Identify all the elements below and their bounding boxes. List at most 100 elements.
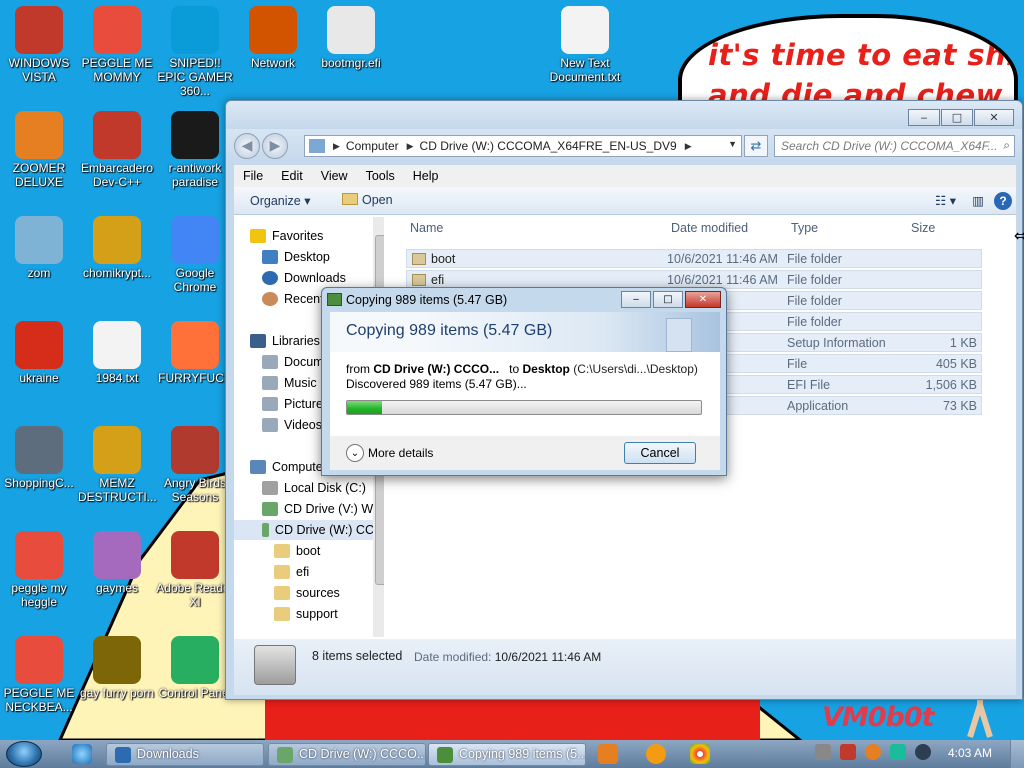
nav-recent[interactable]: Recent <box>262 292 324 306</box>
desktop-icon[interactable]: gay furry porn <box>78 636 156 700</box>
address-bar[interactable]: ▶ Computer ▶ CD Drive (W:) CCCOMA_X64FRE… <box>304 135 742 157</box>
tray-v-icon[interactable] <box>840 744 856 760</box>
close-button[interactable]: ✕ <box>974 109 1014 126</box>
menu-help[interactable]: Help <box>404 169 448 183</box>
breadcrumb-cd-drive[interactable]: CD Drive (W:) CCCOMA_X64FRE_EN-US_DV9 <box>420 139 677 153</box>
desktop-icon[interactable]: peggle my heggle <box>0 531 78 609</box>
breadcrumb-computer[interactable]: Computer <box>346 139 399 153</box>
search-icon[interactable]: ⌕ <box>1003 138 1010 153</box>
desktop-icon[interactable]: ZOOMER DELUXE <box>0 111 78 189</box>
forward-button[interactable]: ▶ <box>262 133 288 159</box>
column-type[interactable]: Type <box>791 221 818 235</box>
menu-view[interactable]: View <box>312 169 357 183</box>
nav-folder-sources[interactable]: sources <box>274 586 340 600</box>
desktop-icon[interactable]: SNIPED!! EPIC GAMER 360... <box>156 6 234 98</box>
desktop-icon[interactable]: ukraine <box>0 321 78 385</box>
internet-explorer-icon[interactable] <box>72 744 92 764</box>
address-dropdown-icon[interactable]: ▼ <box>728 139 737 149</box>
column-name[interactable]: Name <box>410 221 443 235</box>
menu-tools[interactable]: Tools <box>357 169 404 183</box>
nav-folder-support[interactable]: support <box>274 607 338 621</box>
nav-desktop[interactable]: Desktop <box>262 250 330 264</box>
menu-file[interactable]: File <box>234 169 272 183</box>
column-size[interactable]: Size <box>911 221 935 235</box>
breadcrumb-separator-icon[interactable]: ▶ <box>685 141 692 152</box>
open-button[interactable]: Open <box>342 193 393 207</box>
copy-dialog[interactable]: Copying 989 items (5.47 GB) ‒ □ ✕ Copyin… <box>321 287 727 476</box>
taskbar-cd-drive[interactable]: CD Drive (W:) CCCO... <box>268 743 426 766</box>
nav-cd-drive-w[interactable]: CD Drive (W:) CC <box>234 520 374 540</box>
search-input[interactable]: Search CD Drive (W:) CCCOMA_X64F... ⌕ <box>774 135 1015 157</box>
nav-cd-drive-v[interactable]: CD Drive (V:) Wir <box>262 502 380 516</box>
minimize-button[interactable]: ‒ <box>621 291 651 308</box>
desktop-icon[interactable]: Control Panel <box>156 636 234 700</box>
tray-search-icon[interactable] <box>865 744 881 760</box>
organize-button[interactable]: Organize ▾ <box>250 193 310 208</box>
desktop-icon[interactable]: r-antiwork paradise <box>156 111 234 189</box>
desktop-icon-label: Embarcadero Dev-C++ <box>80 161 154 189</box>
minimize-button[interactable]: ‒ <box>908 109 940 126</box>
close-button[interactable]: ✕ <box>685 291 721 308</box>
desktop-icon[interactable]: Network <box>234 6 312 70</box>
game-icon[interactable] <box>646 744 666 764</box>
nav-folder-boot[interactable]: boot <box>274 544 320 558</box>
desktop-icon[interactable]: FURRYFUCK <box>156 321 234 385</box>
desktop-icon[interactable]: Angry Birds Seasons <box>156 426 234 504</box>
desktop-icon[interactable]: chomikrypt... <box>78 216 156 280</box>
nav-videos[interactable]: Videos <box>262 418 322 432</box>
desktop-icon[interactable]: New Text Document.txt <box>546 6 624 84</box>
nav-documents[interactable]: Docum <box>262 355 324 369</box>
cancel-button[interactable]: Cancel <box>624 442 696 464</box>
start-button[interactable] <box>6 741 42 767</box>
nav-downloads[interactable]: Downloads <box>262 271 346 285</box>
nav-folder-efi[interactable]: efi <box>274 565 309 579</box>
more-details-toggle[interactable]: ⌄ More details <box>346 444 433 462</box>
menu-edit[interactable]: Edit <box>272 169 312 183</box>
explorer-titlebar[interactable]: ‒ □ ✕ <box>226 101 1022 129</box>
nav-local-disk[interactable]: Local Disk (C:) <box>262 481 366 495</box>
nav-computer[interactable]: Compute <box>250 460 323 474</box>
nav-pictures[interactable]: Picture <box>262 397 323 411</box>
taskbar-downloads[interactable]: Downloads <box>106 743 264 766</box>
preview-pane-icon[interactable]: ▥ <box>972 193 984 208</box>
desktop-icon[interactable]: bootmgr.efi <box>312 6 390 70</box>
help-icon[interactable]: ? <box>994 192 1012 210</box>
tray-app-icon[interactable] <box>815 744 831 760</box>
tray-network-icon[interactable] <box>890 744 906 760</box>
to-link[interactable]: Desktop <box>523 362 570 376</box>
taskbar-label: Copying 989 items (5... <box>459 747 586 761</box>
maximize-button[interactable]: □ <box>653 291 683 308</box>
refresh-icon[interactable]: ⇄ <box>744 135 768 157</box>
desktop-icon[interactable]: Embarcadero Dev-C++ <box>78 111 156 189</box>
change-view-icon[interactable]: ☷ ▾ <box>935 193 956 208</box>
desktop-icon[interactable]: PEGGLE ME NECKBEA... <box>0 636 78 714</box>
show-desktop-button[interactable] <box>1010 740 1024 768</box>
desktop-icon[interactable]: 1984.txt <box>78 321 156 385</box>
from-link[interactable]: CD Drive (W:) CCCO... <box>373 362 499 376</box>
column-date[interactable]: Date modified <box>671 221 748 235</box>
tray-volume-icon[interactable] <box>915 744 931 760</box>
desktop-icon[interactable]: Adobe Reader XI <box>156 531 234 609</box>
desktop-icon[interactable]: ShoppingC... <box>0 426 78 490</box>
back-button[interactable]: ◀ <box>234 133 260 159</box>
desktop-icon[interactable]: MEMZ DESTRUCTI... <box>78 426 157 504</box>
star-icon <box>250 229 266 243</box>
taskbar-copying[interactable]: Copying 989 items (5... <box>428 743 586 766</box>
chrome-icon <box>171 216 219 264</box>
maximize-button[interactable]: □ <box>941 109 973 126</box>
desktop-icon[interactable]: Google Chrome <box>156 216 234 294</box>
desktop-icon[interactable]: PEGGLE ME MOMMY <box>78 6 156 84</box>
breadcrumb-separator-icon[interactable]: ▶ <box>333 141 340 152</box>
desktop-icon[interactable]: zom <box>0 216 78 280</box>
media-player-icon[interactable] <box>598 744 618 764</box>
nav-music[interactable]: Music <box>262 376 317 390</box>
desktop-icon[interactable]: WINDOWS VISTA <box>0 6 78 84</box>
nav-libraries[interactable]: Libraries <box>250 334 320 348</box>
file-row[interactable]: boot 10/6/2021 11:46 AM File folder <box>406 249 982 268</box>
clock[interactable]: 4:03 AM <box>948 746 992 760</box>
nav-favorites[interactable]: Favorites <box>250 229 323 243</box>
breadcrumb-separator-icon[interactable]: ▶ <box>407 141 414 152</box>
desktop-icon-label: SNIPED!! EPIC GAMER 360... <box>157 56 233 98</box>
chrome-icon[interactable] <box>690 744 710 764</box>
desktop-icon[interactable]: gaymes <box>78 531 156 595</box>
